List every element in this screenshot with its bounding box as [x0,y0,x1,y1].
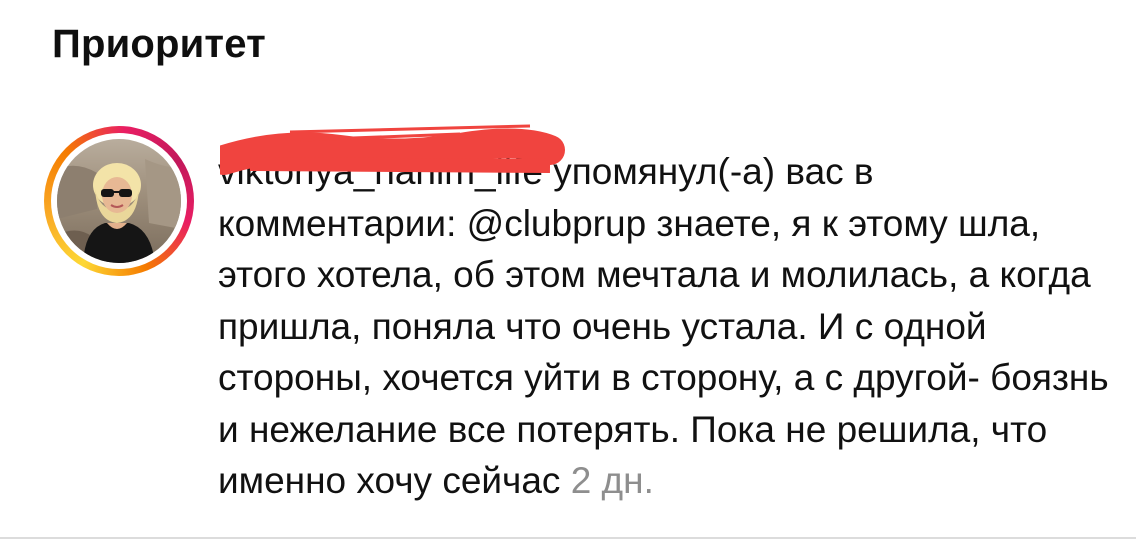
notification-text: viktoriya_hanim_life упомянул(-а) вас в … [218,124,1118,507]
avatar-sunglasses-bridge [113,191,120,193]
comment-text: знаете, я к этому шла, этого хотела, об … [218,202,1109,502]
avatar-rocks-right [145,159,181,229]
story-ring[interactable] [44,126,194,276]
avatar-ring-gap [51,133,187,269]
mention-notification[interactable]: viktoriya_hanim_life упомянул(-а) вас в … [0,0,1136,539]
avatar[interactable] [57,139,181,263]
username-link[interactable]: viktoriya_hanim_life [218,124,565,198]
timestamp: 2 дн. [560,460,654,501]
avatar-sunglasses-right [119,189,132,197]
username[interactable]: viktoriya_hanim_life [218,151,543,192]
avatar-sunglasses-left [101,189,114,197]
mention-link[interactable]: @clubprup [467,203,647,244]
